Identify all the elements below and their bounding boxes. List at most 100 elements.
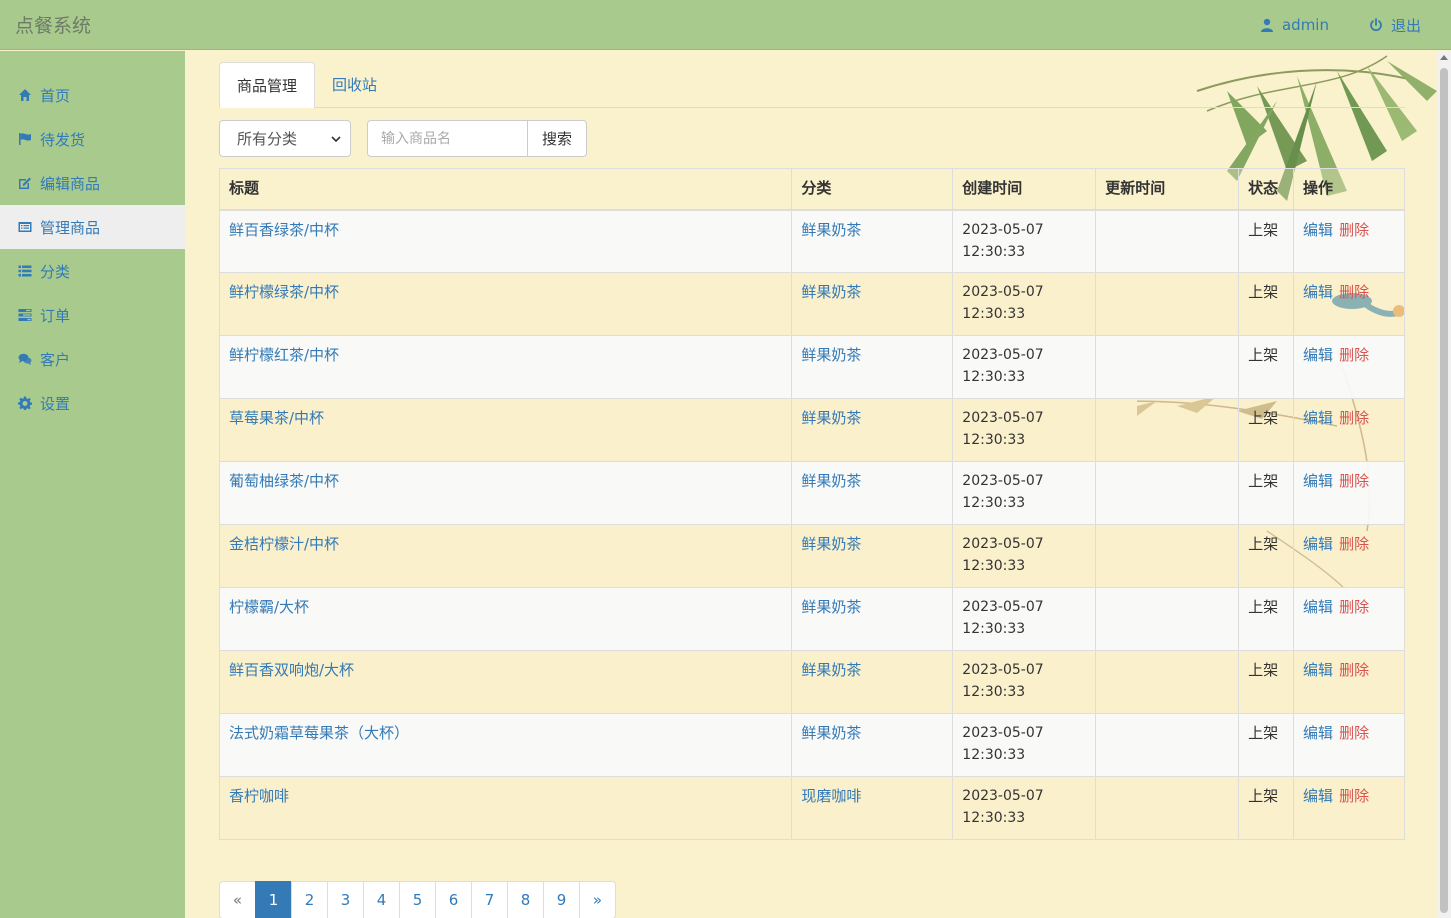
table-row: 鲜百香绿茶/中杯 鲜果奶茶 2023-05-07 12:30:33 上架 编辑 删除: [218, 209, 1405, 273]
category-select[interactable]: 所有分类: [219, 120, 351, 157]
delete-link[interactable]: 删除: [1339, 787, 1369, 805]
table-row: 鲜柠檬绿茶/中杯 鲜果奶茶 2023-05-07 12:30:33 上架 编辑 删除: [218, 272, 1405, 336]
power-off-icon: [1370, 18, 1382, 32]
flag-icon: [19, 133, 31, 145]
vertical-scrollbar[interactable]: [1437, 51, 1451, 918]
product-title-link[interactable]: 鲜柠檬绿茶/中杯: [229, 283, 339, 301]
product-title-link[interactable]: 金桔柠檬汁/中杯: [229, 535, 339, 553]
created-date: 2023-05-07: [962, 599, 1044, 615]
sidebar-item-edit-product[interactable]: 编辑商品: [0, 161, 185, 205]
created-time: 12:30:33: [962, 684, 1026, 700]
created-date: 2023-05-07: [962, 725, 1044, 741]
product-title-link[interactable]: 葡萄柚绿茶/中杯: [229, 472, 339, 490]
category-link[interactable]: 鲜果奶茶: [801, 221, 861, 239]
edit-link[interactable]: 编辑: [1303, 221, 1333, 239]
status-text: 上架: [1238, 461, 1295, 525]
pagination-page-7[interactable]: 7: [471, 881, 508, 918]
status-text: 上架: [1238, 524, 1295, 588]
user-menu-link[interactable]: admin: [1260, 16, 1329, 34]
sidebar-item-settings[interactable]: 设置: [0, 381, 185, 425]
pagination-page-1[interactable]: 1: [255, 881, 292, 918]
created-time: 12:30:33: [962, 558, 1026, 574]
table-row: 鲜柠檬红茶/中杯 鲜果奶茶 2023-05-07 12:30:33 上架 编辑 删除: [218, 335, 1405, 399]
updated-time: [1095, 209, 1240, 273]
category-select-value: 所有分类: [237, 130, 298, 148]
app-title[interactable]: 点餐系统: [15, 11, 91, 38]
sidebar-item-manage-products[interactable]: 管理商品: [0, 205, 185, 249]
sidebar-item-home[interactable]: 首页: [0, 73, 185, 117]
category-link[interactable]: 鲜果奶茶: [801, 472, 861, 490]
edit-link[interactable]: 编辑: [1303, 661, 1333, 679]
category-link[interactable]: 鲜果奶茶: [801, 535, 861, 553]
product-title-link[interactable]: 鲜百香双响炮/大杯: [229, 661, 354, 679]
created-date: 2023-05-07: [962, 284, 1044, 300]
sidebar-item-label: 订单: [40, 306, 71, 325]
col-header-category: 分类: [791, 168, 954, 211]
search-input[interactable]: [367, 120, 528, 157]
category-link[interactable]: 鲜果奶茶: [801, 724, 861, 742]
gear-icon: [18, 396, 32, 410]
delete-link[interactable]: 删除: [1339, 409, 1369, 427]
filter-bar: 所有分类 搜索: [219, 120, 587, 157]
edit-link[interactable]: 编辑: [1303, 346, 1333, 364]
product-title-link[interactable]: 草莓果茶/中杯: [229, 409, 324, 427]
edit-link[interactable]: 编辑: [1303, 787, 1333, 805]
category-link[interactable]: 鲜果奶茶: [801, 346, 861, 364]
tab-product-management[interactable]: 商品管理: [219, 62, 316, 108]
pagination-page-2[interactable]: 2: [291, 881, 328, 918]
delete-link[interactable]: 删除: [1339, 221, 1369, 239]
scroll-up-arrow-icon[interactable]: [1440, 55, 1448, 60]
pagination-page-8[interactable]: 8: [507, 881, 544, 918]
delete-link[interactable]: 删除: [1339, 346, 1369, 364]
home-icon: [19, 89, 31, 101]
category-link[interactable]: 现磨咖啡: [801, 787, 861, 805]
delete-link[interactable]: 删除: [1339, 724, 1369, 742]
sidebar-item-orders[interactable]: 订单: [0, 293, 185, 337]
product-title-link[interactable]: 鲜百香绿茶/中杯: [229, 221, 339, 239]
edit-link[interactable]: 编辑: [1303, 535, 1333, 553]
search-button[interactable]: 搜索: [528, 120, 587, 157]
delete-link[interactable]: 删除: [1339, 535, 1369, 553]
list-alt-icon: [18, 222, 32, 232]
product-title-link[interactable]: 柠檬霸/大杯: [229, 598, 309, 616]
scrollbar-thumb[interactable]: [1440, 68, 1448, 913]
edit-link[interactable]: 编辑: [1303, 472, 1333, 490]
category-link[interactable]: 鲜果奶茶: [801, 661, 861, 679]
edit-link[interactable]: 编辑: [1303, 409, 1333, 427]
pagination-page-5[interactable]: 5: [399, 881, 436, 918]
product-title-link[interactable]: 鲜柠檬红茶/中杯: [229, 346, 339, 364]
pagination-prev[interactable]: «: [219, 881, 256, 918]
delete-link[interactable]: 删除: [1339, 283, 1369, 301]
sidebar-item-category[interactable]: 分类: [0, 249, 185, 293]
delete-link[interactable]: 删除: [1339, 472, 1369, 490]
category-link[interactable]: 鲜果奶茶: [801, 283, 861, 301]
logout-link[interactable]: 退出: [1369, 15, 1421, 36]
comments-icon: [18, 353, 32, 365]
tab-recycle-bin[interactable]: 回收站: [315, 62, 394, 108]
sidebar-item-label: 管理商品: [40, 218, 101, 237]
table-row: 香柠咖啡 现磨咖啡 2023-05-07 12:30:33 上架 编辑 删除: [218, 776, 1405, 840]
product-table: 标题 分类 创建时间 更新时间 状态 操作 鲜百香绿茶/中杯 鲜果奶茶 2023…: [218, 168, 1405, 840]
product-title-link[interactable]: 法式奶霜草莓果茶（大杯）: [229, 724, 409, 742]
category-link[interactable]: 鲜果奶茶: [801, 598, 861, 616]
sidebar-item-label: 设置: [40, 394, 71, 413]
status-text: 上架: [1238, 650, 1295, 714]
table-row: 草莓果茶/中杯 鲜果奶茶 2023-05-07 12:30:33 上架 编辑 删除: [218, 398, 1405, 462]
edit-link[interactable]: 编辑: [1303, 598, 1333, 616]
category-link[interactable]: 鲜果奶茶: [801, 409, 861, 427]
col-header-title: 标题: [218, 168, 793, 211]
sidebar-item-customers[interactable]: 客户: [0, 337, 185, 381]
pagination-page-4[interactable]: 4: [363, 881, 400, 918]
pagination-page-3[interactable]: 3: [327, 881, 364, 918]
edit-link[interactable]: 编辑: [1303, 724, 1333, 742]
product-title-link[interactable]: 香柠咖啡: [229, 787, 289, 805]
status-text: 上架: [1238, 209, 1295, 273]
status-text: 上架: [1238, 587, 1295, 651]
pagination-page-9[interactable]: 9: [543, 881, 580, 918]
pagination-next[interactable]: »: [579, 881, 616, 918]
sidebar-item-pending-shipment[interactable]: 待发货: [0, 117, 185, 161]
pagination-page-6[interactable]: 6: [435, 881, 472, 918]
edit-link[interactable]: 编辑: [1303, 283, 1333, 301]
delete-link[interactable]: 删除: [1339, 598, 1369, 616]
delete-link[interactable]: 删除: [1339, 661, 1369, 679]
